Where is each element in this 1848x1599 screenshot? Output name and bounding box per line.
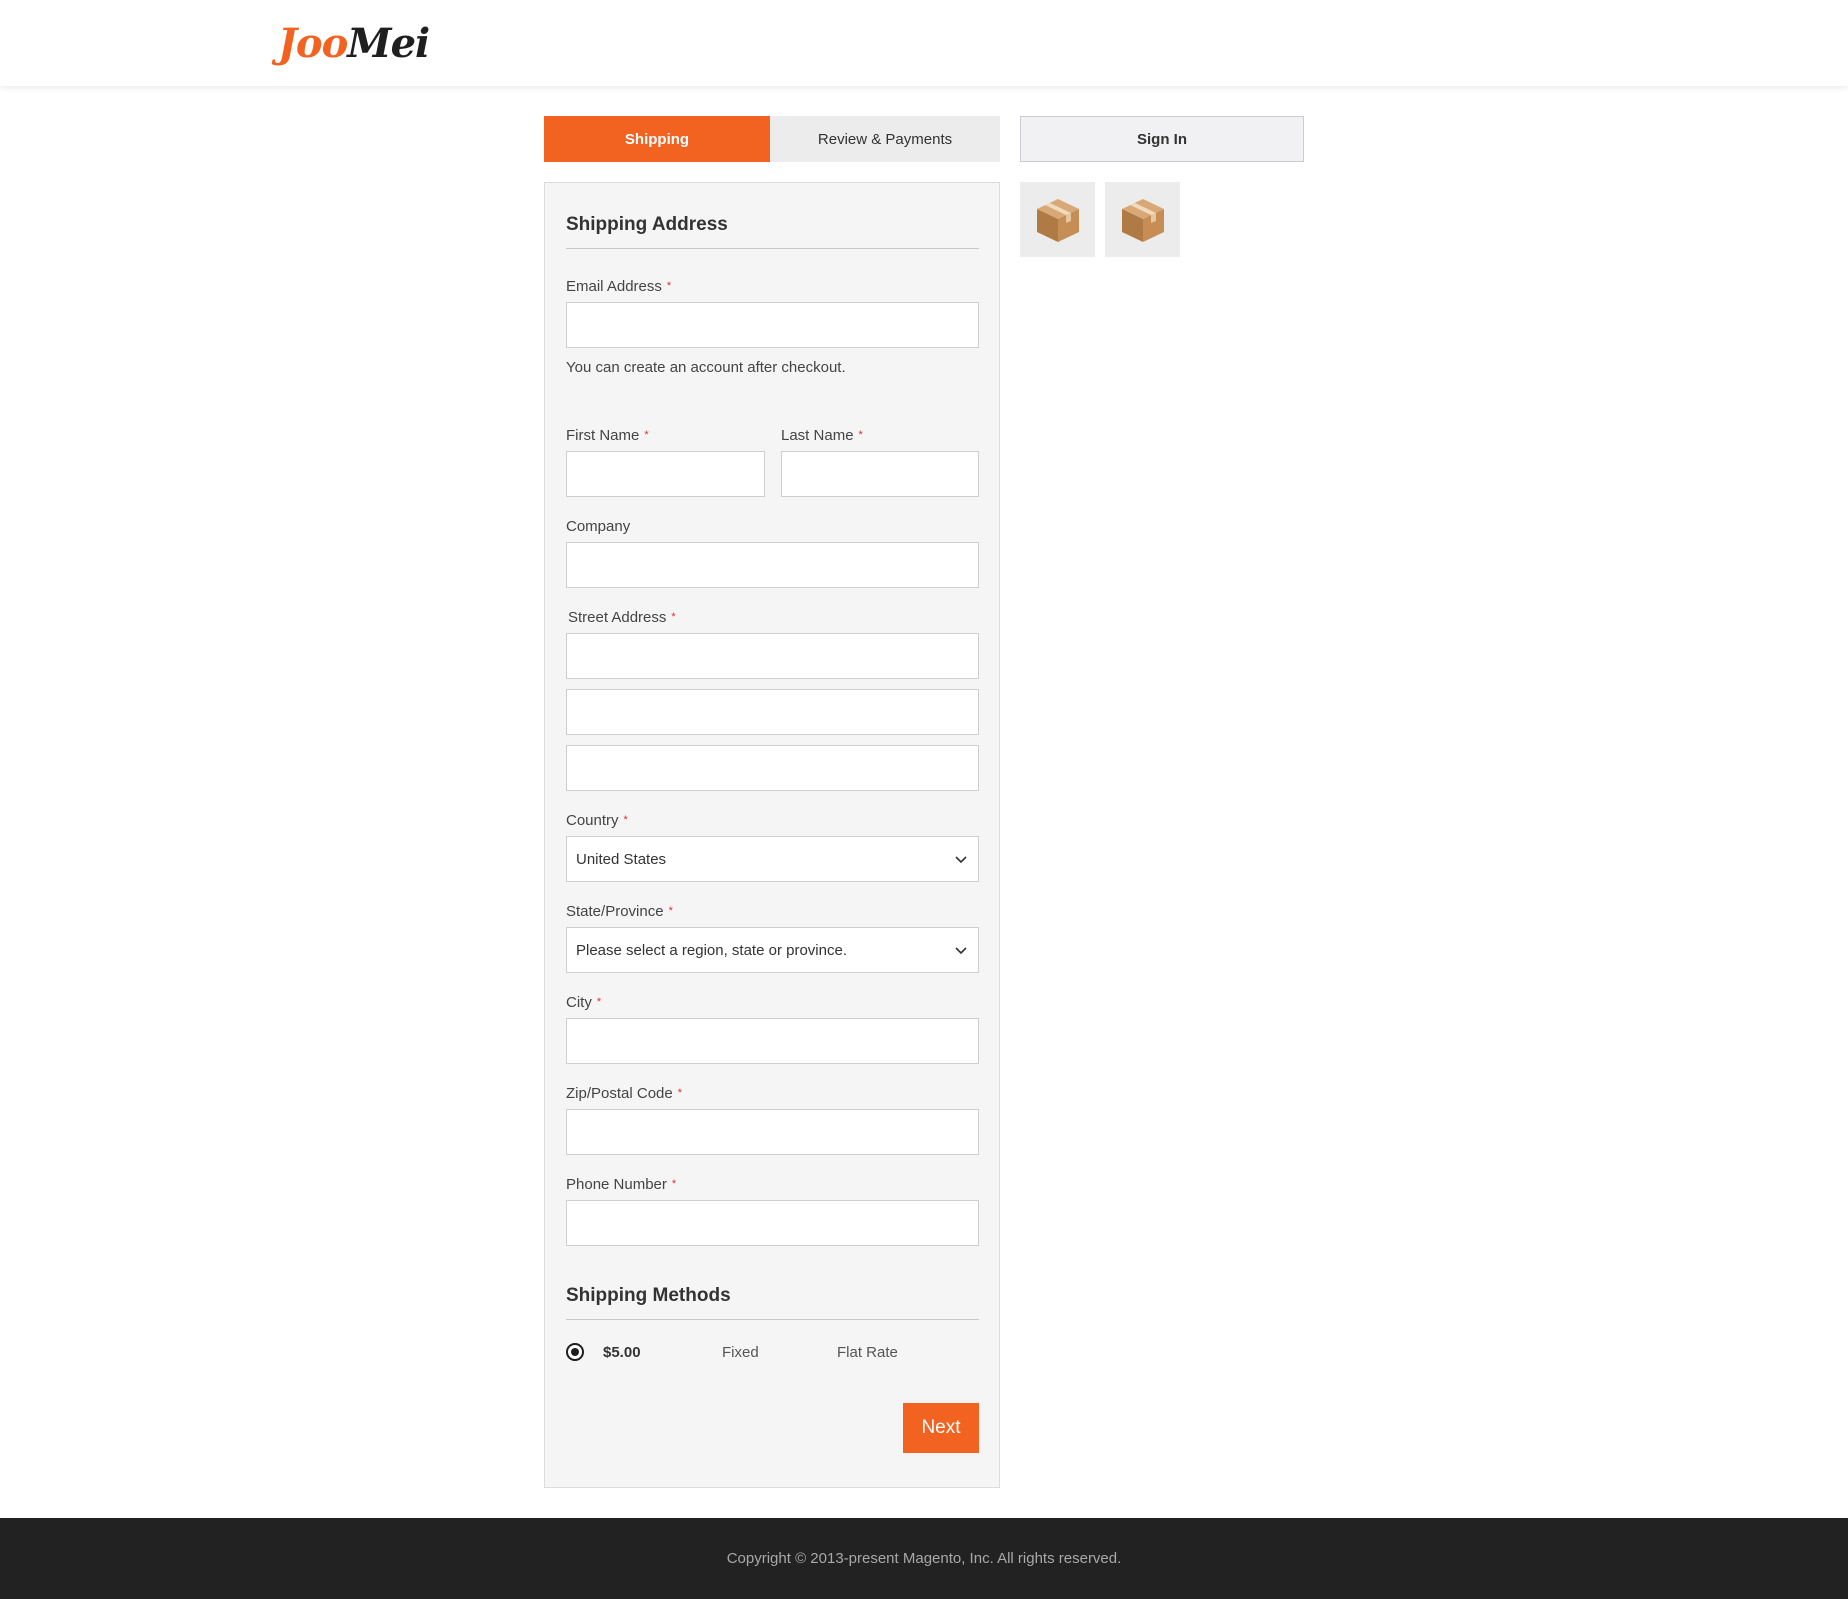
- shipping-method-row[interactable]: $5.00 Fixed Flat Rate: [566, 1341, 979, 1365]
- tab-review-payments[interactable]: Review & Payments: [770, 116, 1000, 162]
- shipping-method-name: Fixed: [722, 1344, 759, 1361]
- chevron-down-icon: [955, 856, 967, 864]
- methods-divider: [566, 1319, 979, 1320]
- state-select[interactable]: Please select a region, state or provinc…: [566, 927, 979, 973]
- country-select-value: United States: [576, 850, 667, 868]
- phone-label: Phone Number *: [566, 1176, 677, 1193]
- copyright-text: Copyright © 2013-present Magento, Inc. A…: [726, 1550, 1122, 1567]
- shipping-form-panel: Shipping Address Email Address * You can …: [544, 182, 1000, 1488]
- country-label: Country *: [566, 812, 628, 829]
- zip-label: Zip/Postal Code *: [566, 1085, 683, 1102]
- shipping-methods-heading: Shipping Methods: [566, 1285, 731, 1306]
- site-footer: Copyright © 2013-present Magento, Inc. A…: [0, 1518, 1848, 1599]
- state-select-value: Please select a region, state or provinc…: [576, 941, 847, 959]
- zip-field[interactable]: [566, 1109, 979, 1155]
- city-label: City *: [566, 994, 602, 1011]
- shipping-address-heading: Shipping Address: [566, 214, 728, 235]
- logo-text-part1: Joo: [278, 20, 348, 67]
- checkout-progress-tabs: Shipping Review & Payments: [544, 116, 1000, 162]
- company-label: Company: [566, 518, 631, 535]
- first-name-field[interactable]: [566, 451, 765, 497]
- country-select[interactable]: United States: [566, 836, 979, 882]
- street-address-line-3[interactable]: [566, 745, 979, 791]
- last-name-field[interactable]: [781, 451, 979, 497]
- cart-item-thumbnails: [1020, 182, 1180, 257]
- site-logo[interactable]: JooMei: [278, 20, 430, 67]
- shipping-method-carrier: Flat Rate: [837, 1344, 898, 1361]
- last-name-label: Last Name *: [781, 427, 863, 444]
- box-icon: [1036, 198, 1079, 242]
- shipping-method-radio[interactable]: [566, 1343, 584, 1361]
- company-field[interactable]: [566, 542, 979, 588]
- street-address-label: Street Address *: [568, 609, 676, 626]
- site-header: JooMei: [0, 0, 1848, 86]
- chevron-down-icon: [955, 947, 967, 955]
- first-name-label: First Name *: [566, 427, 649, 444]
- sign-in-button[interactable]: Sign In: [1020, 116, 1304, 162]
- email-field[interactable]: [566, 302, 979, 348]
- email-note: You can create an account after checkout…: [566, 359, 846, 376]
- box-icon: [1121, 198, 1164, 242]
- next-button[interactable]: Next: [903, 1403, 979, 1453]
- cart-item-thumbnail[interactable]: [1105, 182, 1180, 257]
- state-label: State/Province *: [566, 903, 673, 920]
- heading-divider: [566, 248, 979, 249]
- cart-item-thumbnail[interactable]: [1020, 182, 1095, 257]
- street-address-line-1[interactable]: [566, 633, 979, 679]
- phone-field[interactable]: [566, 1200, 979, 1246]
- shipping-method-price: $5.00: [603, 1344, 641, 1361]
- logo-text-part2: Mei: [347, 20, 430, 67]
- street-address-line-2[interactable]: [566, 689, 979, 735]
- city-field[interactable]: [566, 1018, 979, 1064]
- tab-shipping[interactable]: Shipping: [544, 116, 770, 162]
- email-label: Email Address *: [566, 278, 672, 295]
